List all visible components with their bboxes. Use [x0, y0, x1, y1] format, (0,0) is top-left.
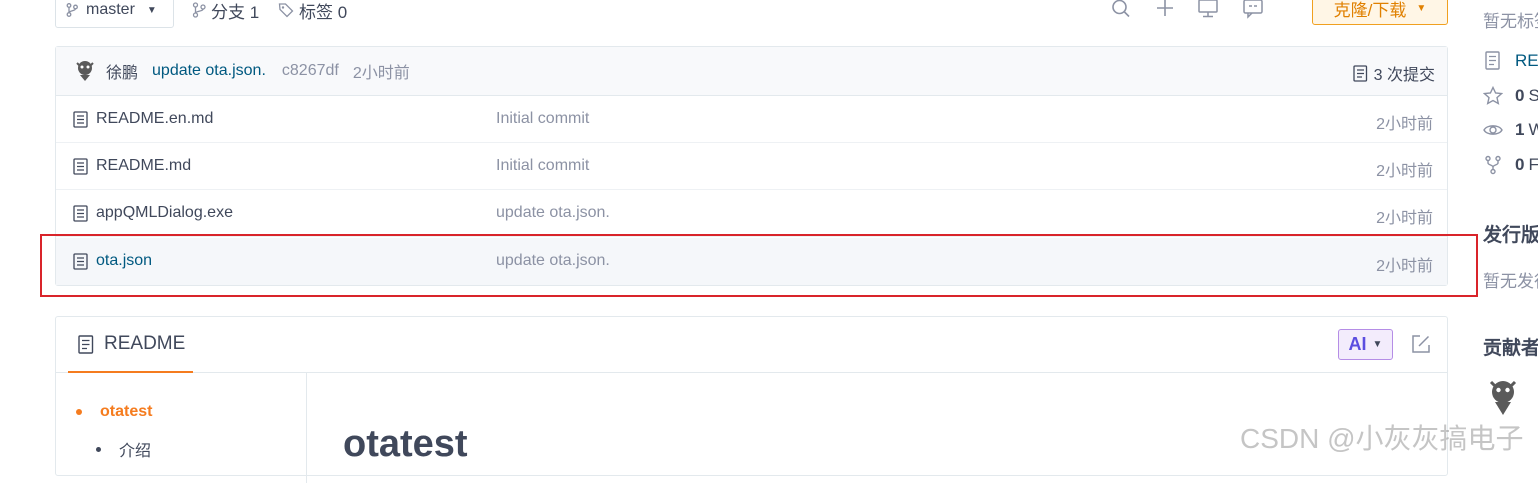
stars-label: Stars [1528, 86, 1538, 105]
branches-count: 分支 1 [211, 2, 260, 22]
tags-count: 标签 0 [299, 2, 348, 22]
tag-icon [278, 2, 294, 18]
branch-icon [66, 3, 78, 17]
file-icon [73, 158, 89, 175]
ai-assistant-button[interactable]: AI ▼ [1338, 329, 1393, 360]
branch-name: master [86, 1, 135, 18]
file-name[interactable]: appQMLDialog.exe [96, 204, 233, 222]
star-icon [1483, 86, 1503, 106]
branches-link[interactable]: 分支 1 [192, 0, 260, 22]
tab-readme[interactable]: README [68, 317, 193, 373]
edit-icon[interactable] [1411, 334, 1431, 354]
watching-count: 1 [1515, 120, 1525, 139]
bullet [96, 446, 101, 452]
commit-message[interactable]: update ota.json. [152, 62, 266, 80]
stars-count: 0 [1515, 86, 1525, 105]
sidebar-forks[interactable]: 0 Forks [1483, 154, 1538, 176]
toc-item[interactable]: 介绍 [96, 437, 151, 461]
file-name[interactable]: README.md [96, 157, 191, 175]
commit-author[interactable]: 徐鹏 [106, 59, 138, 83]
eye-icon [1483, 120, 1503, 140]
file-commit-message[interactable]: update ota.json. [496, 204, 610, 222]
avatar[interactable] [74, 60, 96, 82]
commit-count-link[interactable]: 3 次提交 [1352, 61, 1435, 85]
file-icon [73, 111, 89, 128]
sidebar-readme-label: README [1515, 51, 1538, 70]
monitor-icon[interactable] [1197, 0, 1219, 21]
toc-item-active[interactable]: otatest [76, 403, 152, 421]
commit-hash[interactable]: c8267df [282, 62, 339, 80]
watermark: CSDN @小灰灰搞电子 [1240, 423, 1524, 454]
sidebar-contributors-heading: 贡献者 [1483, 338, 1538, 359]
contributor-avatar[interactable] [1486, 378, 1520, 416]
file-row[interactable]: README.md Initial commit 2小时前 [56, 143, 1447, 190]
latest-commit-bar: 徐鹏 update ota.json. c8267df 2小时前 3 次提交 [56, 47, 1447, 96]
file-name[interactable]: README.en.md [96, 110, 213, 128]
fork-icon [1483, 155, 1503, 175]
tab-readme-label: README [104, 333, 186, 354]
file-icon [73, 205, 89, 222]
file-row[interactable]: appQMLDialog.exe update ota.json. 2小时前 [56, 190, 1447, 237]
file-commit-message[interactable]: Initial commit [496, 157, 589, 175]
commit-time: 2小时前 [352, 65, 410, 82]
readme-toc: otatest 介绍 [56, 373, 307, 483]
chevron-down-icon: ▼ [1416, 3, 1427, 14]
file-time: 2小时前 [1376, 210, 1433, 227]
branch-icon [192, 2, 206, 18]
chevron-down-icon: ▼ [1372, 339, 1383, 350]
file-commit-message[interactable]: Initial commit [496, 110, 589, 128]
readme-header: README AI ▼ [56, 317, 1447, 373]
clone-download-button[interactable]: 克隆/下载 ▼ [1312, 0, 1448, 25]
bullet [76, 409, 82, 415]
readme-heading: otatest [343, 423, 468, 465]
comment-icon[interactable] [1242, 0, 1264, 21]
toc-item-label: otatest [100, 403, 153, 420]
sidebar-releases-heading: 发行版 [1483, 225, 1538, 246]
plus-icon[interactable] [1154, 0, 1176, 21]
sidebar-watching[interactable]: 1 Watching [1483, 119, 1538, 141]
file-time: 2小时前 [1376, 163, 1433, 180]
file-list-icon [1352, 64, 1368, 82]
search-icon[interactable] [1110, 0, 1132, 21]
file-time: 2小时前 [1376, 116, 1433, 133]
tags-link[interactable]: 标签 0 [278, 0, 348, 22]
highlight-annotation-box [40, 234, 1478, 297]
branch-selector[interactable]: master ▼ [55, 0, 174, 28]
book-icon [1483, 51, 1503, 71]
clone-download-label: 克隆/下载 [1333, 1, 1407, 20]
sidebar-stars[interactable]: 0 Stars [1483, 85, 1538, 107]
sidebar-no-releases: 暂无发行版 [1483, 272, 1538, 291]
sidebar-no-tags: 暂无标签 [1483, 12, 1538, 31]
watching-label: Watching [1528, 120, 1538, 139]
file-row[interactable]: README.en.md Initial commit 2小时前 [56, 96, 1447, 143]
sidebar-readme-link[interactable]: README [1483, 50, 1538, 72]
commit-count: 3 次提交 [1373, 67, 1435, 84]
forks-count: 0 [1515, 155, 1525, 174]
ai-label: AI [1348, 334, 1367, 354]
toc-item-label: 介绍 [119, 443, 152, 460]
chevron-down-icon: ▼ [146, 4, 157, 16]
book-icon [78, 334, 94, 354]
forks-label: Forks [1528, 155, 1538, 174]
